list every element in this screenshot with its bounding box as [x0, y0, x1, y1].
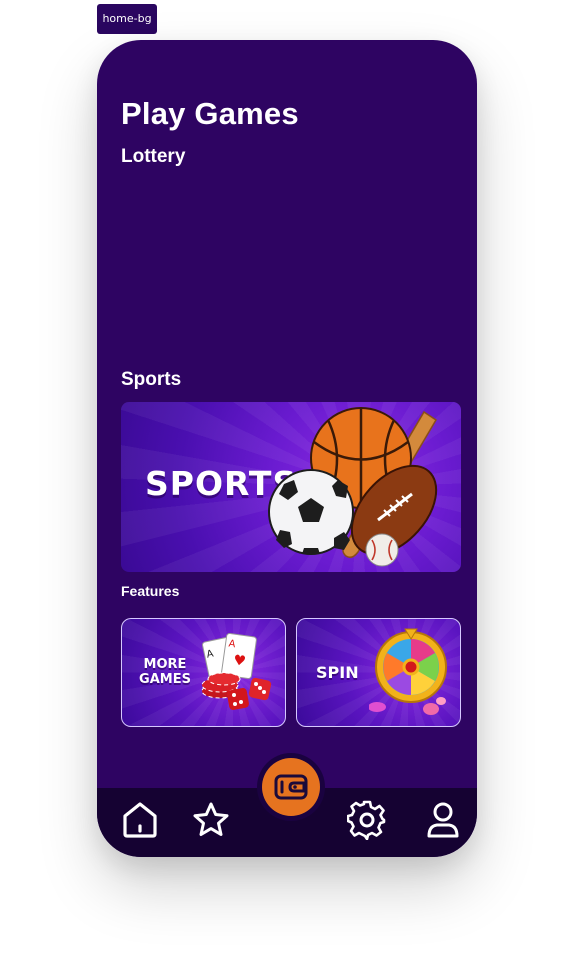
- prize-wheel-icon: [375, 628, 447, 703]
- star-icon[interactable]: [191, 800, 231, 840]
- wallet-button[interactable]: [262, 758, 320, 816]
- soccer-ball-icon: [268, 469, 354, 555]
- cards-chips-dice-illustration: A A ♥: [201, 633, 272, 710]
- sports-banner[interactable]: SPORTS: [121, 402, 461, 572]
- frame-label: home-bg: [97, 4, 157, 34]
- feature-card-spin[interactable]: SPIN: [296, 618, 461, 727]
- home-icon[interactable]: [120, 800, 160, 840]
- home-screen: Play Games Lottery Sports SPORTS Feature…: [97, 40, 477, 857]
- more-games-label-line2: GAMES: [139, 672, 191, 687]
- spin-label: SPIN: [316, 663, 359, 682]
- page-title: Play Games: [121, 96, 299, 131]
- prize-wheel-illustration: [369, 628, 447, 715]
- gear-icon[interactable]: [347, 800, 387, 840]
- more-games-label: MORE GAMES: [137, 657, 193, 687]
- more-games-label-line1: MORE: [143, 657, 187, 672]
- baseball-icon: [365, 533, 399, 567]
- section-heading-features: Features: [121, 583, 180, 599]
- section-heading-sports: Sports: [121, 369, 182, 390]
- svg-text:♥: ♥: [232, 652, 247, 670]
- sports-balls-illustration: [268, 407, 438, 567]
- feature-card-more-games[interactable]: MORE GAMES A A ♥: [121, 618, 286, 727]
- wallet-icon: [274, 774, 308, 800]
- section-heading-lottery: Lottery: [121, 146, 186, 167]
- user-icon[interactable]: [423, 800, 463, 840]
